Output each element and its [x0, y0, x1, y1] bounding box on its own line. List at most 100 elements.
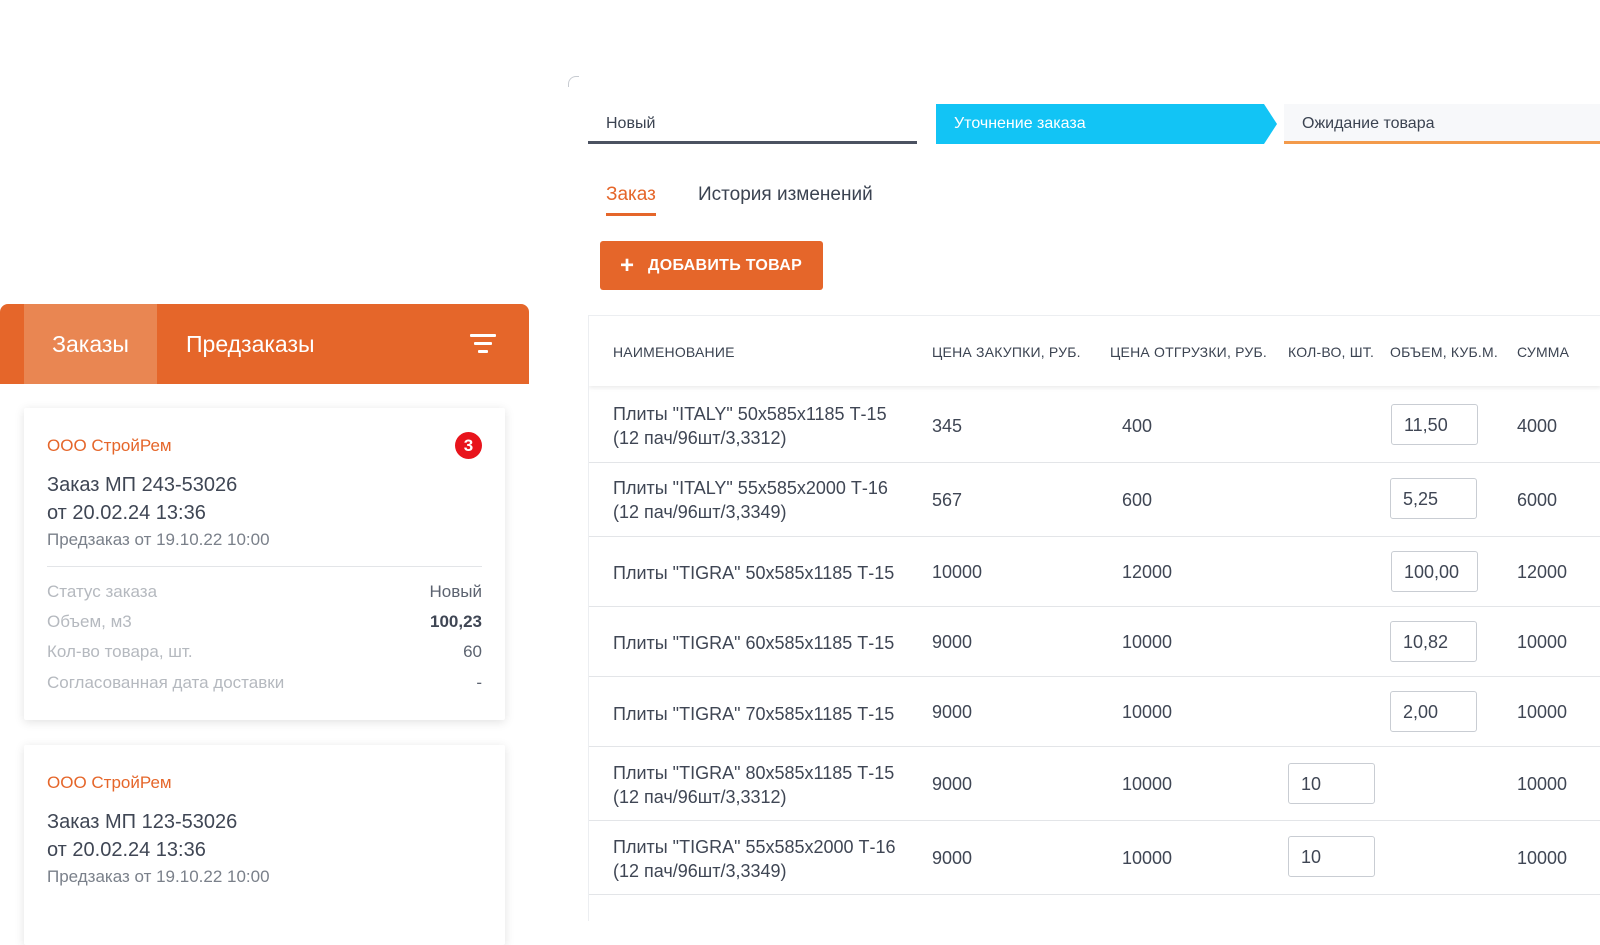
card-volume-row: Объем, м3 100,23: [47, 612, 482, 636]
products-table: НАИМЕНОВАНИЕ ЦЕНА ЗАКУПКИ, РУБ. ЦЕНА ОТГ…: [588, 315, 1600, 921]
divider: [47, 566, 482, 567]
tab-preorders[interactable]: Предзаказы: [186, 304, 315, 384]
add-product-button[interactable]: + ДОБАВИТЬ ТОВАР: [600, 241, 823, 290]
table-header: НАИМЕНОВАНИЕ ЦЕНА ЗАКУПКИ, РУБ. ЦЕНА ОТГ…: [589, 316, 1600, 386]
product-name-line: Плиты "ITALY" 55x585x2000 Т-16: [613, 478, 888, 498]
product-name: Плиты "ITALY" 55x585x2000 Т-16 (12 пач/9…: [613, 476, 888, 524]
step-label: Новый: [606, 115, 656, 132]
buy-price: 10000: [932, 562, 983, 582]
step-label: Уточнение заказа: [954, 115, 1086, 132]
sell-price: 10000: [1122, 702, 1173, 722]
sell-price: 600: [1122, 490, 1153, 510]
order-card[interactable]: ООО СтройРем Заказ МП 123-53026 от 20.02…: [24, 745, 505, 945]
sell-price: 10000: [1122, 632, 1173, 652]
table-row[interactable]: Плиты "TIGRA" 55x585x2000 Т-16 (12 пач/9…: [589, 821, 1600, 895]
product-pack-info: (12 пач/96шт/3,3349): [613, 861, 787, 881]
row-sum: 4000: [1517, 416, 1558, 436]
add-product-label: ДОБАВИТЬ ТОВАР: [648, 257, 803, 274]
sell-price: 400: [1122, 416, 1153, 436]
step-clarification[interactable]: Уточнение заказа: [936, 104, 1277, 144]
row-sum: 12000: [1517, 562, 1568, 582]
volume-input[interactable]: 100,00: [1391, 551, 1478, 592]
status-label: Статус заказа: [47, 582, 158, 601]
step-label: Ожидание товара: [1302, 115, 1435, 132]
table-row[interactable]: Плиты "ITALY" 50x585x1185 Т-15 (12 пач/9…: [589, 389, 1600, 463]
card-preorder: Предзаказ от 19.10.22 10:00: [47, 530, 270, 549]
header-sum: СУММА: [1517, 344, 1570, 360]
volume-input[interactable]: 11,50: [1391, 404, 1478, 445]
buy-price: 9000: [932, 848, 973, 868]
product-pack-info: (12 пач/96шт/3,3312): [613, 787, 787, 807]
step-new[interactable]: Новый: [588, 104, 917, 144]
order-card[interactable]: ООО СтройРем 3 Заказ МП 243-53026 от 20.…: [24, 408, 505, 720]
table-row[interactable]: Плиты "TIGRA" 60x585x1185 Т-15 9000 1000…: [589, 607, 1600, 677]
notification-badge: 3: [455, 432, 482, 459]
sell-price: 10000: [1122, 848, 1173, 868]
card-status-row: Статус заказа Новый: [47, 582, 482, 606]
volume-input[interactable]: 5,25: [1390, 478, 1477, 519]
card-title-line: Заказ МП 243-53026: [47, 474, 238, 496]
table-row[interactable]: Плиты "ITALY" 55x585x2000 Т-16 (12 пач/9…: [589, 463, 1600, 537]
qty-label: Кол-во товара, шт.: [47, 642, 193, 661]
product-name-line: Плиты "ITALY" 50x585x1185 Т-15: [613, 404, 887, 424]
header-sell-price: ЦЕНА ОТГРУЗКИ, РУБ.: [1110, 344, 1267, 360]
card-preorder: Предзаказ от 19.10.22 10:00: [47, 867, 270, 886]
decorative-corner: [568, 76, 579, 87]
product-name: Плиты "TIGRA" 50x585x1185 Т-15: [613, 563, 895, 583]
qty-input[interactable]: 10: [1288, 836, 1375, 877]
header-buy-price: ЦЕНА ЗАКУПКИ, РУБ.: [932, 344, 1081, 360]
buy-price: 567: [932, 490, 963, 510]
card-title-line: Заказ МП 123-53026: [47, 811, 238, 833]
product-name: Плиты "TIGRA" 60x585x1185 Т-15: [613, 633, 895, 653]
card-date-row: Согласованная дата доставки -: [47, 673, 482, 697]
tab-history[interactable]: История изменений: [698, 184, 873, 206]
step-awaiting[interactable]: Ожидание товара: [1284, 104, 1600, 144]
product-name: Плиты "TIGRA" 70x585x1185 Т-15: [613, 704, 895, 724]
card-title-date: от 20.02.24 13:36: [47, 839, 206, 861]
buy-price: 345: [932, 416, 963, 436]
card-company: ООО СтройРем: [47, 773, 172, 792]
volume-input[interactable]: 2,00: [1390, 691, 1477, 732]
delivery-date-label: Согласованная дата доставки: [47, 673, 285, 692]
row-sum: 10000: [1517, 848, 1568, 868]
product-name-line: Плиты "TIGRA" 55x585x2000 Т-16: [613, 837, 896, 857]
qty-value: 60: [463, 642, 482, 661]
card-title: Заказ МП 123-53026 от 20.02.24 13:36: [47, 808, 237, 864]
buy-price: 9000: [932, 702, 973, 722]
row-sum: 10000: [1517, 774, 1568, 794]
tab-order[interactable]: Заказ: [606, 184, 656, 216]
card-title: Заказ МП 243-53026 от 20.02.24 13:36: [47, 471, 237, 527]
status-value: Новый: [429, 582, 482, 601]
volume-value: 100,23: [430, 612, 482, 631]
product-pack-info: (12 пач/96шт/3,3349): [613, 502, 787, 522]
sell-price: 12000: [1122, 562, 1173, 582]
product-name: Плиты "ITALY" 50x585x1185 Т-15 (12 пач/9…: [613, 402, 887, 450]
sell-price: 10000: [1122, 774, 1173, 794]
product-pack-info: (12 пач/96шт/3,3312): [613, 428, 787, 448]
buy-price: 9000: [932, 632, 973, 652]
header-volume: ОБЪЕМ, КУБ.М.: [1390, 344, 1498, 360]
row-sum: 6000: [1517, 490, 1558, 510]
product-name: Плиты "TIGRA" 55x585x2000 Т-16 (12 пач/9…: [613, 835, 896, 883]
card-qty-row: Кол-во товара, шт. 60: [47, 642, 482, 666]
table-row[interactable]: Плиты "TIGRA" 80x585x1185 Т-15 (12 пач/9…: [589, 747, 1600, 821]
table-row[interactable]: Плиты "TIGRA" 50x585x1185 Т-15 10000 120…: [589, 537, 1600, 607]
buy-price: 9000: [932, 774, 973, 794]
header-qty: КОЛ-ВО, ШТ.: [1288, 344, 1375, 360]
table-row[interactable]: Плиты "TIGRA" 70x585x1185 Т-15 9000 1000…: [589, 677, 1600, 747]
qty-input[interactable]: 10: [1288, 763, 1375, 804]
header-name: НАИМЕНОВАНИЕ: [613, 344, 735, 360]
row-sum: 10000: [1517, 702, 1568, 722]
volume-input[interactable]: 10,82: [1390, 621, 1477, 662]
tab-orders[interactable]: Заказы: [24, 304, 157, 384]
filter-icon[interactable]: [470, 334, 496, 354]
volume-label: Объем, м3: [47, 612, 132, 631]
card-title-date: от 20.02.24 13:36: [47, 502, 206, 524]
orders-tab-bar: Заказы Предзаказы: [0, 304, 529, 384]
card-company: ООО СтройРем: [47, 436, 172, 455]
product-name-line: Плиты "TIGRA" 80x585x1185 Т-15: [613, 763, 895, 783]
product-name: Плиты "TIGRA" 80x585x1185 Т-15 (12 пач/9…: [613, 761, 894, 809]
row-sum: 10000: [1517, 632, 1568, 652]
plus-icon: +: [620, 252, 635, 279]
delivery-date-value: -: [476, 673, 482, 692]
